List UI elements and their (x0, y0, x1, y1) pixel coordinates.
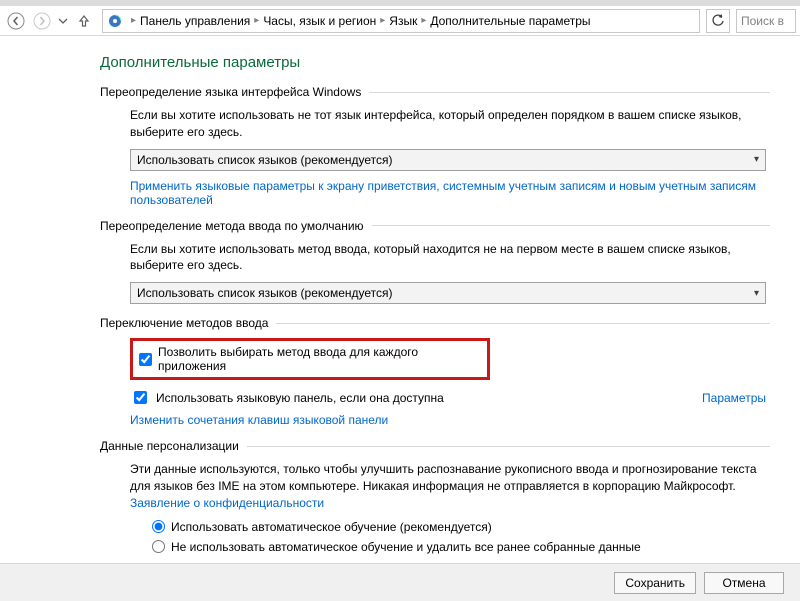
checkbox-label: Использовать языковую панель, если она д… (156, 391, 444, 405)
section-description: Эти данные используются, только чтобы ул… (130, 461, 766, 511)
auto-learning-radio[interactable] (152, 520, 165, 533)
breadcrumb-item[interactable]: Язык (389, 14, 417, 28)
section-heading: Переопределение языка интерфейса Windows (100, 85, 361, 99)
section-override-display-language: Переопределение языка интерфейса Windows… (100, 85, 770, 207)
input-method-combo[interactable]: Использовать список языков (рекомендуетс… (130, 282, 766, 304)
combo-value: Использовать список языков (рекомендуетс… (137, 153, 393, 167)
section-description: Если вы хотите использовать метод ввода,… (130, 241, 766, 275)
content-area: Дополнительные параметры Переопределение… (0, 36, 800, 576)
forward-button[interactable] (30, 9, 54, 33)
section-switching-input-methods: Переключение методов ввода Позволить выб… (100, 316, 770, 427)
radio-label: Не использовать автоматическое обучение … (171, 540, 641, 554)
divider (369, 92, 770, 93)
section-description: Если вы хотите использовать не тот язык … (130, 107, 766, 141)
refresh-button[interactable] (706, 9, 730, 33)
section-heading: Данные персонализации (100, 439, 239, 453)
breadcrumb-item[interactable]: Дополнительные параметры (430, 14, 590, 28)
cancel-button[interactable]: Отмена (704, 572, 784, 594)
chevron-right-icon: ▸ (254, 15, 259, 26)
navigation-bar: ▸ Панель управления ▸ Часы, язык и регио… (0, 6, 800, 36)
disable-learning-radio[interactable] (152, 540, 165, 553)
bottom-action-bar: Сохранить Отмена (0, 563, 800, 601)
divider (372, 225, 770, 226)
highlighted-option: Позволить выбирать метод ввода для каждо… (130, 338, 490, 380)
chevron-right-icon: ▸ (421, 15, 426, 26)
breadcrumb[interactable]: ▸ Панель управления ▸ Часы, язык и регио… (102, 9, 700, 33)
apply-to-welcome-link[interactable]: Применить языковые параметры к экрану пр… (130, 179, 766, 207)
language-bar-options-link[interactable]: Параметры (702, 391, 766, 405)
chevron-down-icon: ▾ (754, 288, 759, 299)
back-button[interactable] (4, 9, 28, 33)
chevron-right-icon: ▸ (131, 15, 136, 26)
checkbox-label: Позволить выбирать метод ввода для каждо… (158, 345, 481, 373)
section-override-input-method: Переопределение метода ввода по умолчани… (100, 219, 770, 305)
language-bar-checkbox[interactable] (134, 391, 147, 404)
radio-label: Использовать автоматическое обучение (ре… (171, 520, 492, 534)
change-hotkeys-link[interactable]: Изменить сочетания клавиш языковой панел… (130, 413, 766, 427)
section-personalization-data: Данные персонализации Эти данные использ… (100, 439, 770, 553)
section-heading: Переключение методов ввода (100, 316, 268, 330)
search-input[interactable]: Поиск в (736, 9, 796, 33)
breadcrumb-item[interactable]: Часы, язык и регион (263, 14, 376, 28)
per-app-input-checkbox[interactable] (139, 353, 152, 366)
recent-locations-button[interactable] (56, 9, 70, 33)
chevron-right-icon: ▸ (380, 15, 385, 26)
search-placeholder: Поиск в (741, 14, 784, 28)
chevron-down-icon: ▾ (754, 154, 759, 165)
divider (276, 323, 770, 324)
combo-value: Использовать список языков (рекомендуетс… (137, 286, 393, 300)
section-heading: Переопределение метода ввода по умолчани… (100, 219, 364, 233)
up-button[interactable] (72, 9, 96, 33)
save-button[interactable]: Сохранить (614, 572, 696, 594)
display-language-combo[interactable]: Использовать список языков (рекомендуетс… (130, 149, 766, 171)
breadcrumb-item[interactable]: Панель управления (140, 14, 250, 28)
divider (247, 446, 770, 447)
page-title: Дополнительные параметры (100, 54, 770, 71)
control-panel-icon (107, 13, 123, 29)
privacy-statement-link[interactable]: Заявление о конфиденциальности (130, 496, 324, 510)
